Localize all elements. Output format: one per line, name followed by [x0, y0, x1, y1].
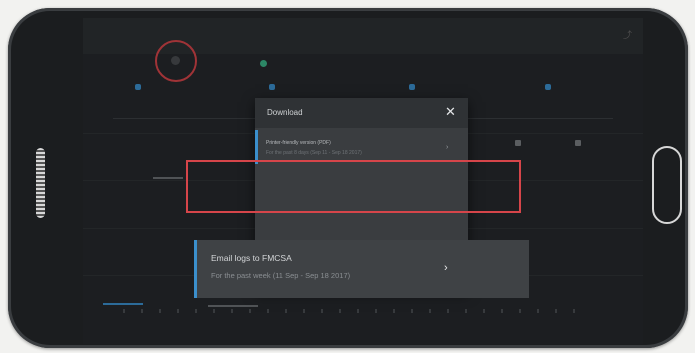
- email-option-bg: Email logs to FMCSA For the past week (1…: [194, 240, 529, 298]
- email-option-subtitle: For the past week (11 Sep - Sep 18 2017): [211, 271, 351, 280]
- pdf-option-title: Printer-friendly version (PDF): [266, 140, 331, 146]
- annotation-highlight: [186, 160, 521, 213]
- chevron-right-icon: ›: [446, 144, 449, 151]
- pdf-option-subtitle: For the past 8 days (Sep 11 - Sep 18 201…: [266, 150, 362, 156]
- pdf-option[interactable]: Printer-friendly version (PDF) For the p…: [255, 130, 468, 164]
- speaker-icon: [36, 148, 45, 218]
- chevron-right-icon: ›: [444, 262, 448, 274]
- home-button[interactable]: [652, 146, 682, 224]
- close-icon[interactable]: ✕: [445, 105, 456, 119]
- dialog-header: Download ✕: [255, 98, 468, 128]
- dialog-title: Download: [267, 108, 303, 117]
- email-option-title: Email logs to FMCSA: [211, 253, 292, 263]
